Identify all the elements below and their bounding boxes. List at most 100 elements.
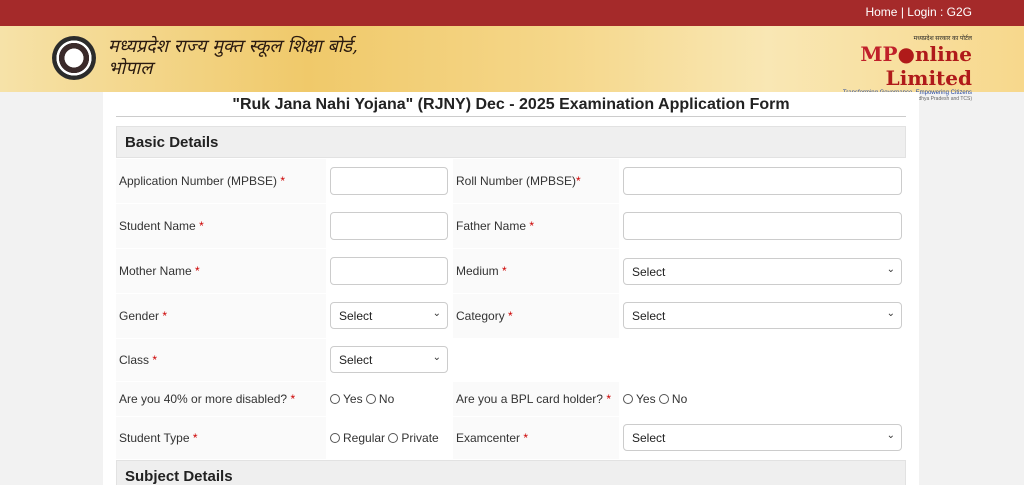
disabled-radio-group: Yes No	[330, 392, 394, 406]
mponline-tagline: मध्यप्रदेश सरकार का पोर्टल	[913, 36, 972, 42]
student-name-label: Student Name *	[119, 219, 204, 233]
class-label: Class *	[119, 353, 157, 367]
application-number-label: Application Number (MPBSE) *	[119, 174, 285, 188]
bpl-yes-radio[interactable]	[623, 394, 633, 404]
label-text: Student Name	[119, 219, 196, 233]
label-cell: Category *	[453, 294, 619, 338]
form-row: Student Type * Regular Private Examcente…	[116, 417, 906, 459]
gender-select[interactable]: Select ⌄	[330, 302, 448, 329]
roll-number-input[interactable]	[623, 167, 902, 195]
gender-label: Gender *	[119, 309, 167, 323]
required-mark: *	[192, 431, 198, 445]
class-select[interactable]: Select ⌄	[330, 346, 448, 373]
form-row: Mother Name * Medium * Select ⌄	[116, 249, 906, 293]
mponline-logo: मध्यप्रदेश सरकार का पोर्टल MP●nline Limi…	[772, 34, 972, 102]
login-link[interactable]: Login : G2G	[907, 5, 972, 19]
label-cell: Roll Number (MPBSE)*	[453, 159, 619, 203]
required-mark: *	[162, 309, 168, 323]
required-mark: *	[290, 392, 296, 406]
home-link[interactable]: Home	[865, 5, 897, 19]
input-cell: Select ⌄	[327, 294, 452, 338]
section-basic-details: Basic Details	[116, 126, 906, 158]
form-row: Gender * Select ⌄ Category * Select ⌄	[116, 294, 906, 338]
input-cell: Select ⌄	[620, 417, 906, 459]
radio-label: Yes	[636, 392, 656, 406]
required-mark: *	[502, 264, 507, 278]
disabled-yes-radio[interactable]	[330, 394, 340, 404]
input-cell: Yes No	[620, 382, 906, 416]
category-select[interactable]: Select ⌄	[623, 302, 902, 329]
label-text: Application Number (MPBSE)	[119, 174, 278, 188]
student-type-regular-radio[interactable]	[330, 433, 340, 443]
medium-select[interactable]: Select ⌄	[623, 258, 902, 285]
radio-label: No	[378, 392, 395, 406]
chevron-down-icon: ⌄	[886, 264, 895, 275]
top-bar: Home | Login : G2G	[0, 0, 1024, 26]
label-cell: Class *	[116, 339, 326, 381]
board-name-line2: भोपाल	[108, 58, 153, 79]
label-text: Class	[119, 353, 150, 367]
father-name-input[interactable]	[623, 212, 902, 240]
form-row: Student Name * Father Name *	[116, 204, 906, 248]
chevron-down-icon: ⌄	[432, 352, 441, 363]
mponline-title: MP●nline Limited	[772, 42, 972, 90]
globe-icon: ●	[897, 42, 915, 66]
select-value: Select	[632, 309, 666, 323]
required-mark: *	[529, 219, 535, 233]
chevron-down-icon: ⌄	[886, 308, 895, 319]
radio-label: No	[671, 392, 688, 406]
required-mark: *	[523, 431, 529, 445]
label-cell: Gender *	[116, 294, 326, 338]
student-name-input[interactable]	[330, 212, 448, 240]
bpl-no-radio[interactable]	[658, 394, 669, 404]
disabled-no-radio[interactable]	[365, 394, 376, 404]
label-cell: Medium *	[453, 249, 619, 293]
select-value: Select	[339, 309, 373, 323]
required-mark: *	[199, 219, 204, 233]
mother-name-label: Mother Name *	[119, 264, 200, 278]
board-logo-icon	[52, 36, 96, 80]
input-cell: Yes No	[327, 382, 452, 416]
required-mark: *	[195, 264, 200, 278]
label-text: Gender	[119, 309, 160, 323]
label-cell: Are you 40% or more disabled? *	[116, 382, 326, 416]
select-value: Select	[339, 353, 373, 367]
input-cell: Select ⌄	[620, 294, 906, 338]
page-title: "Ruk Jana Nahi Yojana" (RJNY) Dec - 2025…	[232, 96, 790, 113]
required-mark: *	[280, 174, 286, 188]
label-cell: Application Number (MPBSE) *	[116, 159, 326, 203]
board-name: मध्यप्रदेश राज्य मुक्त स्कूल शिक्षा बोर्…	[108, 36, 358, 80]
section-subject-details: Subject Details	[116, 460, 906, 485]
student-type-private-radio[interactable]	[388, 433, 399, 443]
disabled-label: Are you 40% or more disabled? *	[119, 392, 295, 406]
label-text: Father Name	[456, 219, 527, 233]
student-type-label: Student Type *	[119, 431, 198, 445]
select-value: Select	[632, 265, 666, 279]
form-row: Application Number (MPBSE) * Roll Number…	[116, 159, 906, 203]
chevron-down-icon: ⌄	[432, 308, 441, 319]
label-cell: Mother Name *	[116, 249, 326, 293]
roll-number-label: Roll Number (MPBSE)*	[456, 174, 581, 188]
father-name-label: Father Name *	[456, 219, 534, 233]
form-row: Are you 40% or more disabled? * Yes No A…	[116, 382, 906, 416]
bpl-label: Are you a BPL card holder? *	[456, 392, 611, 406]
label-cell: Father Name *	[453, 204, 619, 248]
application-number-input[interactable]	[330, 167, 448, 195]
mother-name-input[interactable]	[330, 257, 448, 285]
student-type-radio-group: Regular Private	[330, 431, 439, 445]
mponline-title-mp: MP	[860, 42, 898, 66]
examcenter-select[interactable]: Select ⌄	[623, 424, 902, 451]
radio-label: Private	[401, 431, 439, 445]
section-title: Subject Details	[125, 468, 233, 485]
bpl-radio-group: Yes No	[623, 392, 687, 406]
label-text: Examcenter	[456, 431, 521, 445]
label-cell: Student Type *	[116, 417, 326, 459]
radio-label: Regular	[343, 431, 386, 445]
input-cell	[327, 159, 452, 203]
form-container: "Ruk Jana Nahi Yojana" (RJNY) Dec - 2025…	[103, 92, 919, 485]
required-mark: *	[576, 174, 581, 188]
input-cell	[620, 159, 906, 203]
input-cell	[327, 204, 452, 248]
label-text: Medium	[456, 264, 499, 278]
label-text: Mother Name	[119, 264, 192, 278]
